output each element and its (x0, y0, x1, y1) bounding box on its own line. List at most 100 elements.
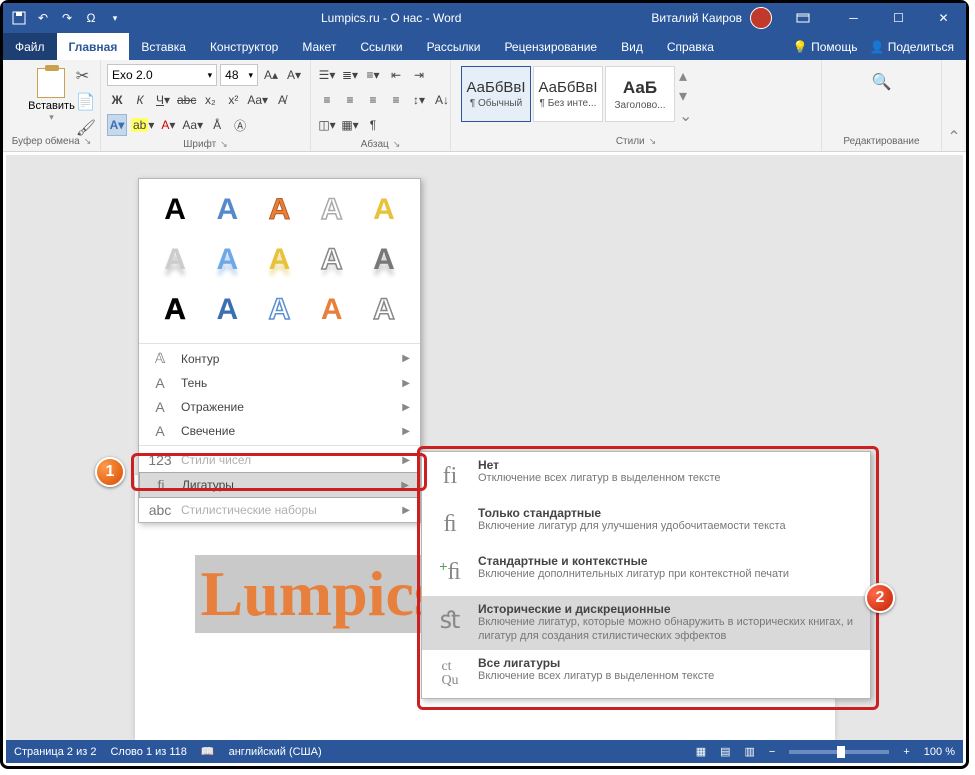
tell-me[interactable]: 💡 Помощь (793, 40, 858, 54)
style-normal[interactable]: АаБбВвІ¶ Обычный (461, 66, 531, 122)
styles-scroll-down[interactable]: ▾ (679, 86, 692, 106)
fx-preset[interactable]: A (362, 289, 406, 331)
ligatures-contextual[interactable]: +ﬁ Стандартные и контекстныеВключение до… (422, 548, 870, 596)
ligatures-none[interactable]: fi НетОтключение всех лигатур в выделенн… (422, 452, 870, 500)
align-center-button[interactable]: ≡ (340, 89, 360, 111)
fx-preset[interactable]: A (153, 289, 197, 331)
zoom-in-button[interactable]: + (903, 746, 909, 758)
word-count[interactable]: Слово 1 из 118 (110, 746, 186, 758)
fx-preset[interactable]: A (310, 289, 354, 331)
ligatures-standard[interactable]: ﬁ Только стандартныеВключение лигатур дл… (422, 500, 870, 548)
format-painter-icon[interactable]: 🖌 (76, 118, 96, 138)
styles-dialog-launcher[interactable]: ↘ (649, 136, 657, 147)
fx-preset[interactable]: A (257, 289, 301, 331)
style-no-spacing[interactable]: АаБбВвІ¶ Без инте... (533, 66, 603, 122)
fx-preset[interactable]: A (153, 189, 197, 231)
increase-indent-button[interactable]: ⇥ (409, 64, 429, 86)
read-mode-icon[interactable]: ▦ (696, 745, 706, 758)
zoom-out-button[interactable]: − (769, 746, 775, 758)
show-marks-button[interactable]: ¶ (363, 114, 383, 136)
superscript-button[interactable]: x² (223, 89, 243, 111)
styles-more[interactable]: ⌄ (679, 106, 692, 126)
ribbon-display-icon[interactable] (780, 3, 825, 33)
decrease-indent-button[interactable]: ⇤ (386, 64, 406, 86)
tab-file[interactable]: Файл (3, 33, 57, 60)
avatar[interactable] (750, 7, 772, 29)
sort-button[interactable]: A↓ (432, 89, 452, 111)
borders-button[interactable]: ▦▾ (340, 114, 360, 136)
underline-button[interactable]: Ч▾ (153, 89, 173, 111)
fx-glow[interactable]: AСвечение▶ (139, 419, 420, 443)
enclose-button[interactable]: Ⓐ (230, 114, 250, 136)
font-dialog-launcher[interactable]: ↘ (220, 139, 228, 150)
clear-formatting-button[interactable]: A̸ (272, 89, 292, 111)
fx-preset[interactable]: A (257, 189, 301, 231)
paste-button[interactable]: Вставить ▾ (28, 64, 75, 123)
change-case-button[interactable]: Aa▾ (246, 89, 269, 111)
copy-icon[interactable]: 📄 (76, 92, 96, 112)
tab-view[interactable]: Вид (609, 33, 655, 60)
multilevel-button[interactable]: ≡▾ (363, 64, 383, 86)
minimize-button[interactable]: ─ (831, 3, 876, 33)
undo-icon[interactable]: ↶ (35, 10, 51, 26)
tab-layout[interactable]: Макет (290, 33, 348, 60)
align-left-button[interactable]: ≡ (317, 89, 337, 111)
omega-icon[interactable]: Ω (83, 10, 99, 26)
fx-preset[interactable]: A (257, 239, 301, 281)
font-color-button[interactable]: A▾ (158, 114, 178, 136)
close-button[interactable]: ✕ (921, 3, 966, 33)
fx-preset[interactable]: A (205, 239, 249, 281)
print-layout-icon[interactable]: ▤ (720, 745, 730, 758)
redo-icon[interactable]: ↷ (59, 10, 75, 26)
ligatures-historical[interactable]: ﬆ Исторические и дискреционныеВключение … (422, 596, 870, 650)
styles-scroll-up[interactable]: ▴ (679, 66, 692, 86)
tab-references[interactable]: Ссылки (348, 33, 414, 60)
line-spacing-button[interactable]: ↕▾ (409, 89, 429, 111)
fx-ligatures[interactable]: fiЛигатуры▶ (139, 472, 420, 498)
italic-button[interactable]: К (130, 89, 150, 111)
text-effects-button[interactable]: A▾ (107, 114, 127, 136)
tab-insert[interactable]: Вставка (129, 33, 198, 60)
phonetic-button[interactable]: Å (207, 114, 227, 136)
zoom-slider[interactable] (789, 750, 889, 754)
paragraph-dialog-launcher[interactable]: ↘ (393, 139, 401, 150)
maximize-button[interactable]: ☐ (876, 3, 921, 33)
page-status[interactable]: Страница 2 из 2 (14, 746, 96, 758)
fx-preset[interactable]: A (362, 239, 406, 281)
justify-button[interactable]: ≡ (386, 89, 406, 111)
strikethrough-button[interactable]: abc (176, 89, 197, 111)
tab-mailings[interactable]: Рассылки (415, 33, 493, 60)
selected-text[interactable]: Lumpics (195, 555, 445, 633)
tab-design[interactable]: Конструктор (198, 33, 290, 60)
user-name[interactable]: Виталий Каиров (651, 11, 742, 25)
font-size-combo[interactable]: 48▾ (220, 64, 258, 86)
fx-preset[interactable]: A (362, 189, 406, 231)
shading-button[interactable]: ◫▾ (317, 114, 337, 136)
fx-shadow[interactable]: AТень▶ (139, 371, 420, 395)
collapse-ribbon-icon[interactable]: ⌃ (942, 60, 966, 151)
zoom-level[interactable]: 100 % (924, 746, 955, 758)
align-right-button[interactable]: ≡ (363, 89, 383, 111)
tab-home[interactable]: Главная (57, 33, 130, 60)
save-icon[interactable] (11, 10, 27, 26)
style-heading1[interactable]: АаБЗаголово... (605, 66, 675, 122)
character-spacing-button[interactable]: Aa▾ (181, 114, 204, 136)
tab-review[interactable]: Рецензирование (492, 33, 609, 60)
bold-button[interactable]: Ж (107, 89, 127, 111)
language-status[interactable]: английский (США) (229, 746, 322, 758)
cut-icon[interactable]: ✂ (76, 66, 96, 86)
grow-font-button[interactable]: A▴ (261, 64, 281, 86)
font-name-combo[interactable]: Exo 2.0▾ (107, 64, 217, 86)
shrink-font-button[interactable]: A▾ (284, 64, 304, 86)
qat-dropdown-icon[interactable]: ▾ (107, 10, 123, 26)
fx-preset[interactable]: A (205, 289, 249, 331)
fx-reflection[interactable]: AОтражение▶ (139, 395, 420, 419)
tab-help[interactable]: Справка (655, 33, 726, 60)
fx-preset[interactable]: A (153, 239, 197, 281)
fx-preset[interactable]: A (205, 189, 249, 231)
fx-preset[interactable]: A (310, 239, 354, 281)
find-button[interactable]: 🔍 (872, 64, 892, 92)
spellcheck-icon[interactable]: 📖 (201, 745, 215, 758)
bullets-button[interactable]: ☰▾ (317, 64, 337, 86)
share-button[interactable]: 👤 Поделиться (869, 40, 954, 54)
